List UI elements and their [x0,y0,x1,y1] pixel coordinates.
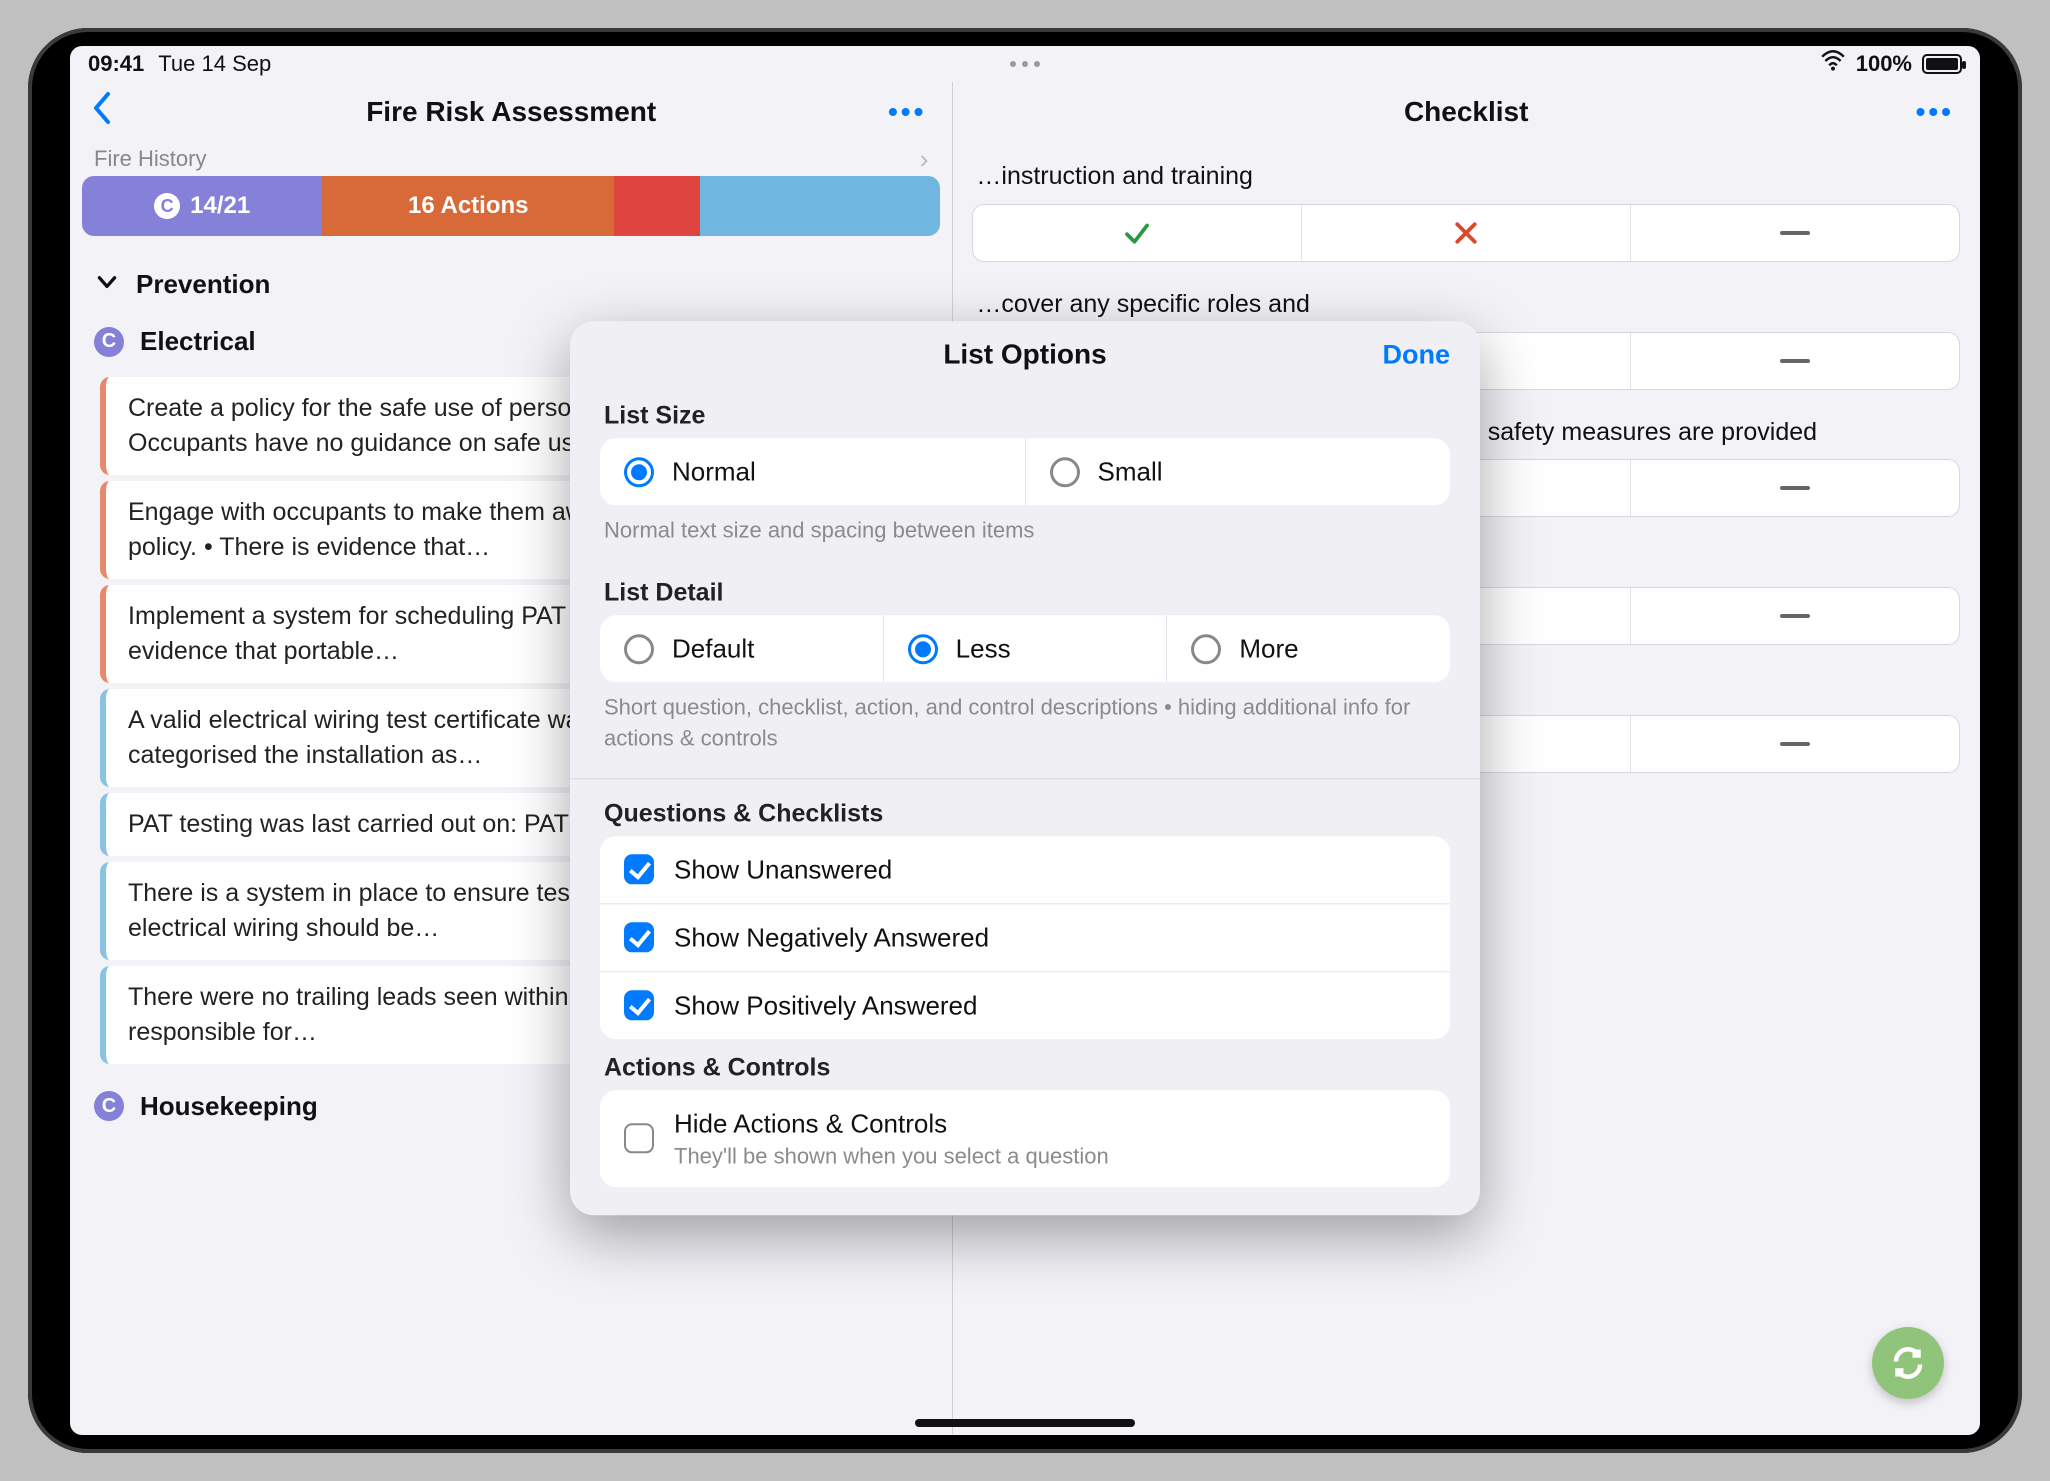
wifi-icon [1820,48,1846,80]
c-badge-icon: C [94,1091,124,1121]
checklist-question: …instruction and training [972,150,1960,204]
radio-selected-icon [908,634,938,664]
answer-yes-button[interactable] [973,205,1302,261]
chevron-right-icon: › [920,144,929,175]
questions-checklists-group: Show Unanswered Show Negatively Answered… [600,836,1450,1039]
checkbox-unchecked-icon [624,1123,654,1153]
dash-icon [1780,359,1810,363]
answer-na-button[interactable] [1631,588,1959,644]
show-unanswered-label: Show Unanswered [674,854,892,885]
hide-actions-controls-sublabel: They'll be shown when you select a quest… [674,1143,1109,1169]
actions-controls-label: Actions & Controls [570,1039,1480,1090]
previous-section-row[interactable]: Fire History › [70,142,952,176]
chevron-down-icon [94,268,120,301]
right-pane-more-button[interactable]: ••• [1916,96,1954,128]
subsection-electrical-label: Electrical [140,326,256,357]
list-detail-more-label: More [1239,633,1298,664]
dash-icon [1780,231,1810,235]
left-pane-title: Fire Risk Assessment [366,96,656,128]
right-pane-title: Checklist [1404,96,1529,128]
battery-icon [1922,54,1962,74]
section-prevention-label: Prevention [136,269,270,300]
show-negative-toggle[interactable]: Show Negatively Answered [600,904,1450,972]
multitask-dots-icon[interactable] [1010,61,1040,67]
left-pane-header: Fire Risk Assessment ••• [70,82,952,142]
list-detail-less[interactable]: Less [884,615,1168,682]
list-size-normal[interactable]: Normal [600,439,1026,506]
radio-unselected-icon [1191,634,1221,664]
list-size-label: List Size [570,388,1480,439]
dash-icon [1780,742,1810,746]
list-detail-label: List Detail [570,564,1480,615]
show-positive-toggle[interactable]: Show Positively Answered [600,972,1450,1039]
checkbox-checked-icon [624,854,654,884]
summary-tab-strip: C 14/21 16 Actions [82,176,940,236]
list-detail-less-label: Less [956,633,1011,664]
answer-na-button[interactable] [1631,333,1959,389]
sync-fab[interactable] [1872,1327,1944,1399]
show-positive-label: Show Positively Answered [674,990,977,1021]
list-size-normal-label: Normal [672,457,756,488]
list-options-modal: List Options Done List Size Normal Small… [570,322,1480,1215]
right-pane-header: Checklist ••• [952,82,1980,142]
list-size-small-label: Small [1098,457,1163,488]
questions-checklists-label: Questions & Checklists [570,785,1480,836]
radio-selected-icon [624,457,654,487]
show-unanswered-toggle[interactable]: Show Unanswered [600,836,1450,904]
checkbox-checked-icon [624,990,654,1020]
c-badge-icon: C [154,193,180,219]
actions-count-tab[interactable]: 16 Actions [322,176,614,236]
list-size-group: Normal Small [600,439,1450,506]
modal-title: List Options [943,339,1106,371]
battery-percent: 100% [1856,51,1912,77]
list-size-small[interactable]: Small [1026,439,1451,506]
checklist-count: 14/21 [190,192,250,220]
checkbox-checked-icon [624,922,654,952]
radio-unselected-icon [624,634,654,664]
hide-actions-controls-label: Hide Actions & Controls [674,1108,1109,1139]
list-detail-more[interactable]: More [1167,615,1450,682]
answer-na-button[interactable] [1631,460,1959,516]
done-button[interactable]: Done [1383,339,1451,370]
previous-section-label: Fire History [94,146,206,172]
dash-icon [1780,486,1810,490]
red-segment-tab[interactable] [614,176,700,236]
list-detail-default[interactable]: Default [600,615,884,682]
status-date: Tue 14 Sep [158,51,271,77]
radio-unselected-icon [1050,457,1080,487]
show-negative-label: Show Negatively Answered [674,922,989,953]
answer-na-button[interactable] [1631,716,1959,772]
hide-actions-controls-toggle[interactable]: Hide Actions & Controls They'll be shown… [600,1090,1450,1187]
list-detail-group: Default Less More [600,615,1450,682]
answer-na-button[interactable] [1631,205,1959,261]
status-bar: 09:41 Tue 14 Sep 100% [70,46,1980,82]
answer-no-button[interactable] [1302,205,1631,261]
actions-controls-group: Hide Actions & Controls They'll be shown… [600,1090,1450,1187]
subsection-housekeeping-label: Housekeeping [140,1091,318,1122]
section-prevention-header[interactable]: Prevention [70,256,952,312]
home-indicator[interactable] [915,1419,1135,1427]
left-pane-more-button[interactable]: ••• [888,96,926,128]
blue-segment-tab[interactable] [700,176,940,236]
actions-count: 16 Actions [408,192,528,220]
status-time: 09:41 [88,51,144,77]
back-button[interactable] [90,90,112,135]
dash-icon [1780,614,1810,618]
c-badge-icon: C [94,327,124,357]
list-detail-helper: Short question, checklist, action, and c… [570,682,1480,772]
list-size-helper: Normal text size and spacing between ite… [570,506,1480,565]
checklist-answer-row [972,204,1960,262]
list-detail-default-label: Default [672,633,754,664]
checklist-count-tab[interactable]: C 14/21 [82,176,322,236]
